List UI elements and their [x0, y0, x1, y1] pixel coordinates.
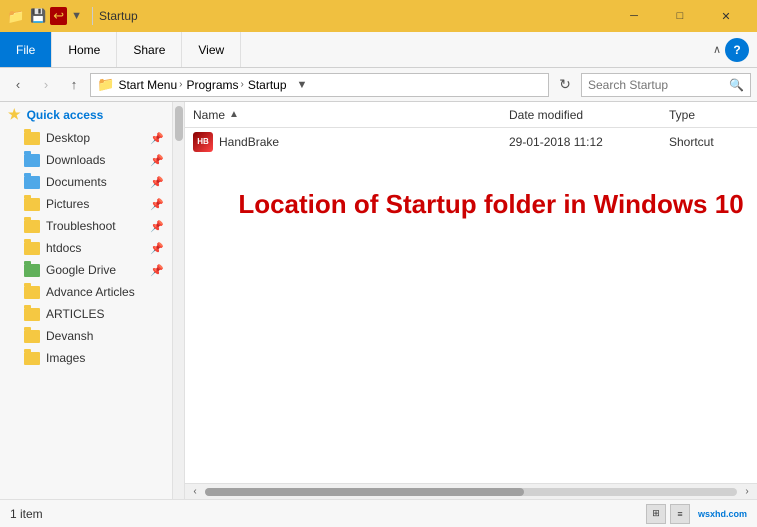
file-list: HB HandBrake 29-01-2018 11:12 Shortcut L… [185, 128, 757, 483]
sidebar: ★ Quick access Desktop 📌 Downloads 📌 [0, 102, 185, 499]
window-title: Startup [99, 9, 138, 23]
sidebar-scrollbar[interactable] [172, 102, 184, 499]
sidebar-item-downloads[interactable]: Downloads 📌 [0, 149, 172, 171]
title-bar: 📁 💾 ↩ ▼ Startup ─ □ ✕ [0, 0, 757, 32]
folder-icon-pictures [24, 198, 40, 211]
grid-view-button[interactable]: ⊞ [646, 504, 666, 524]
title-controls: ─ □ ✕ [611, 0, 749, 32]
quick-access-icons: 💾 ↩ ▼ [30, 7, 82, 25]
star-icon: ★ [8, 106, 21, 123]
path-chevron-2: › [241, 79, 244, 90]
title-bar-left: 📁 💾 ↩ ▼ Startup [8, 7, 138, 25]
ribbon-chevron: ∧ ? [713, 38, 757, 62]
tab-view[interactable]: View [182, 32, 241, 67]
file-date: 29-01-2018 11:12 [509, 135, 669, 149]
col-header-type[interactable]: Type [669, 108, 749, 122]
scroll-track[interactable] [205, 488, 737, 496]
pin-icon-desktop: 📌 [150, 132, 164, 145]
col-header-name[interactable]: Name ▲ [193, 108, 509, 122]
pin-icon-pictures: 📌 [150, 198, 164, 211]
sidebar-item-google-drive[interactable]: Google Drive 📌 [0, 259, 172, 281]
pin-icon-documents: 📌 [150, 176, 164, 189]
sidebar-item-images[interactable]: Images [0, 347, 172, 369]
close-button[interactable]: ✕ [703, 0, 749, 32]
tab-file[interactable]: File [0, 32, 52, 67]
search-input[interactable] [588, 78, 725, 92]
folder-icon-downloads [24, 154, 40, 167]
view-controls: ⊞ ≡ wsxhd.com [646, 504, 747, 524]
path-segment-3: Startup [248, 78, 287, 92]
dropdown-icon[interactable]: ▼ [71, 10, 82, 22]
path-folder-icon: 📁 [97, 76, 114, 93]
sidebar-scroll-wrap: ★ Quick access Desktop 📌 Downloads 📌 [0, 102, 184, 499]
address-path[interactable]: 📁 Start Menu › Programs › Startup ▼ [90, 73, 549, 97]
folder-icon-troubleshoot [24, 220, 40, 233]
handbrake-icon: HB [193, 132, 213, 152]
back-button[interactable]: ‹ [6, 73, 30, 97]
path-chevron-1: › [179, 79, 182, 90]
sidebar-item-troubleshoot[interactable]: Troubleshoot 📌 [0, 215, 172, 237]
scroll-left-button[interactable]: ‹ [187, 484, 203, 500]
file-content: Name ▲ Date modified Type HB HandBrake 2… [185, 102, 757, 499]
save-icon[interactable]: 💾 [30, 8, 46, 24]
col-header-date[interactable]: Date modified [509, 108, 669, 122]
search-icon: 🔍 [729, 78, 744, 92]
folder-icon-images [24, 352, 40, 365]
folder-icon-google-drive [24, 264, 40, 277]
pin-icon-downloads: 📌 [150, 154, 164, 167]
maximize-button[interactable]: □ [657, 0, 703, 32]
folder-icon-desktop [24, 132, 40, 145]
item-count: 1 item [10, 507, 43, 521]
folder-icon-articles [24, 308, 40, 321]
undo-icon[interactable]: ↩ [50, 7, 67, 25]
address-bar: ‹ › ↑ 📁 Start Menu › Programs › Startup … [0, 68, 757, 102]
sidebar-item-devansh[interactable]: Devansh [0, 325, 172, 347]
sort-chevron: ▲ [229, 109, 239, 120]
folder-icon-documents [24, 176, 40, 189]
refresh-button[interactable]: ↻ [553, 73, 577, 97]
tab-share[interactable]: Share [117, 32, 182, 67]
list-view-button[interactable]: ≡ [670, 504, 690, 524]
file-type: Shortcut [669, 135, 749, 149]
scroll-thumb [205, 488, 524, 496]
ribbon-tabs: File Home Share View [0, 32, 241, 67]
watermark: wsxhd.com [698, 509, 747, 519]
pin-icon-htdocs: 📌 [150, 242, 164, 255]
file-name: HandBrake [219, 135, 509, 149]
path-segment-2: Programs › [186, 78, 243, 92]
status-bar: 1 item ⊞ ≡ wsxhd.com [0, 499, 757, 527]
overlay-text: Location of Startup folder in Windows 10 [235, 188, 747, 222]
table-row[interactable]: HB HandBrake 29-01-2018 11:12 Shortcut [185, 128, 757, 156]
folder-icon-htdocs [24, 242, 40, 255]
sidebar-item-htdocs[interactable]: htdocs 📌 [0, 237, 172, 259]
folder-icon-advance-articles [24, 286, 40, 299]
horizontal-scrollbar: ‹ › [185, 483, 757, 499]
sidebar-item-quick-access[interactable]: ★ Quick access [0, 102, 172, 127]
ribbon-collapse-chevron[interactable]: ∧ [713, 43, 721, 56]
forward-button[interactable]: › [34, 73, 58, 97]
sidebar-item-articles[interactable]: ARTICLES [0, 303, 172, 325]
sidebar-item-documents[interactable]: Documents 📌 [0, 171, 172, 193]
path-dropdown-chevron[interactable]: ▼ [297, 79, 308, 91]
search-box: 🔍 [581, 73, 751, 97]
sidebar-item-advance-articles[interactable]: Advance Articles [0, 281, 172, 303]
sidebar-item-desktop[interactable]: Desktop 📌 [0, 127, 172, 149]
up-button[interactable]: ↑ [62, 73, 86, 97]
pin-icon-troubleshoot: 📌 [150, 220, 164, 233]
tab-home[interactable]: Home [52, 32, 117, 67]
folder-icon-devansh [24, 330, 40, 343]
help-button[interactable]: ? [725, 38, 749, 62]
column-headers: Name ▲ Date modified Type [185, 102, 757, 128]
path-segment-1: Start Menu › [118, 78, 182, 92]
minimize-button[interactable]: ─ [611, 0, 657, 32]
sidebar-scroll-thumb[interactable] [175, 106, 183, 141]
folder-icon: 📁 [8, 8, 24, 24]
main: ★ Quick access Desktop 📌 Downloads 📌 [0, 102, 757, 499]
pin-icon-google-drive: 📌 [150, 264, 164, 277]
sidebar-item-pictures[interactable]: Pictures 📌 [0, 193, 172, 215]
ribbon: File Home Share View ∧ ? [0, 32, 757, 68]
sidebar-content: ★ Quick access Desktop 📌 Downloads 📌 [0, 102, 172, 499]
scroll-right-button[interactable]: › [739, 484, 755, 500]
